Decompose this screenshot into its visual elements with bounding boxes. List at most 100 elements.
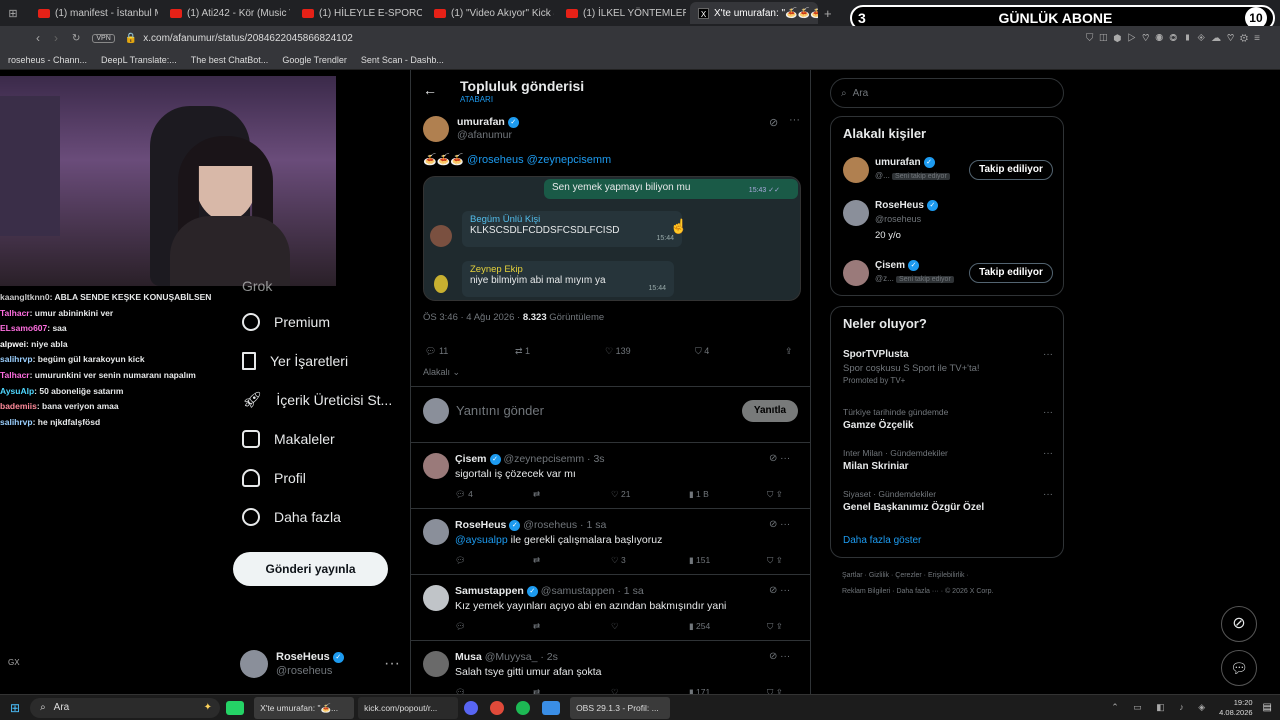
system-tray-icons[interactable]: ⌃ ▭ ◧ ♪ ◈: [1111, 702, 1211, 713]
like-action[interactable]: ♡ 3: [611, 555, 689, 566]
more-icon[interactable]: ···: [1043, 349, 1053, 360]
bookmark-2[interactable]: The best ChatBot...: [191, 55, 269, 65]
vpn-badge[interactable]: VPN: [92, 33, 115, 43]
sidebar-item-profile[interactable]: Profil: [232, 458, 402, 497]
bookmark-share-icons[interactable]: ⛉ ⇪: [767, 555, 783, 566]
reply-action[interactable]: 💬︎: [455, 687, 533, 694]
more-icon[interactable]: ···: [384, 655, 400, 673]
discord-icon[interactable]: [464, 700, 479, 715]
bookmark-0[interactable]: roseheus - Chann...: [8, 55, 87, 65]
footer-links-1[interactable]: Şartlar · Gizlilik · Çerezler · Erişileb…: [842, 572, 969, 579]
sidebar-item-premium[interactable]: Premium: [232, 302, 402, 341]
like-action[interactable]: ♡: [611, 687, 689, 694]
bookmark-action[interactable]: ⛉ 4: [695, 346, 785, 357]
reply-menu-icon[interactable]: ⊘ ···: [769, 453, 790, 464]
notification-icon[interactable]: ▤: [1263, 702, 1272, 713]
repost-action[interactable]: ⇄: [533, 687, 611, 694]
sidebar-item-more[interactable]: Daha fazla: [232, 497, 402, 536]
chrome-icon[interactable]: [490, 700, 505, 715]
bookmark-share-icons[interactable]: ⛉ ⇪: [767, 621, 783, 632]
more-icon[interactable]: ···: [1043, 448, 1053, 459]
reply-input[interactable]: Yanıtını gönder: [456, 403, 544, 418]
sort-dropdown[interactable]: Alakalı ⌄: [423, 367, 460, 378]
trend-item[interactable]: SporTVPlusta Spor coşkusu S Sport ile TV…: [843, 349, 1053, 385]
views-action[interactable]: ▮ 254: [689, 621, 767, 632]
like-action[interactable]: ♡ 139: [605, 346, 695, 357]
tab-active[interactable]: X X'te umurafan: "🍝🍝🍝": [690, 2, 818, 24]
reply-menu-icon[interactable]: ⊘ ···: [769, 651, 790, 662]
taskbar-app-x[interactable]: X'te umurafan: "🍝...: [254, 696, 355, 719]
mentions-link[interactable]: @roseheus @zeynepcisemm: [467, 154, 611, 166]
back-arrow-icon[interactable]: ←: [423, 82, 437, 98]
trend-item[interactable]: Inter Milan · Gündemdekiler Milan Skrini…: [843, 448, 1053, 472]
bookmark-1[interactable]: DeepL Translate:...: [101, 55, 177, 65]
reply-menu-icon[interactable]: ⊘ ···: [769, 519, 790, 530]
repost-action[interactable]: ⇄: [533, 555, 611, 566]
reply-item[interactable]: Musa @Muyysa_ · 2s Salah tsye gitti umur…: [411, 641, 810, 694]
following-button[interactable]: Takip ediliyor: [969, 160, 1053, 180]
clock[interactable]: 19:20 4.08.2026: [1219, 698, 1252, 718]
person-row[interactable]: RoseHeus ✓ @roseheus 20 y/o: [843, 200, 1053, 244]
reply-mention[interactable]: @aysualpp: [455, 534, 508, 546]
community-name[interactable]: ATABARI: [460, 95, 493, 104]
sidebar-item-articles[interactable]: Makaleler: [232, 419, 402, 458]
bookmark-share-icons[interactable]: ⛉ ⇪: [767, 489, 783, 500]
post-author[interactable]: umurafan ✓ @afanumur: [423, 116, 519, 142]
views-action[interactable]: ▮ 151: [689, 555, 767, 566]
like-action[interactable]: ♡: [611, 621, 689, 632]
trend-item[interactable]: Siyaset · Gündemdekiler Genel Başkanımız…: [843, 489, 1053, 513]
reload-icon[interactable]: ↻: [72, 33, 80, 44]
whatsapp-icon[interactable]: [226, 700, 245, 715]
new-tab-button[interactable]: +: [824, 6, 832, 21]
following-button[interactable]: Takip ediliyor: [969, 263, 1053, 283]
reply-button[interactable]: Yanıtla: [742, 400, 798, 422]
app-icon[interactable]: [542, 700, 561, 715]
chat-screenshot-image[interactable]: Sen yemek yapmayı biliyon mu 15:43 ✓✓ Beg…: [423, 176, 801, 301]
person-row[interactable]: Çisem ✓ @z... Seni takip ediyor Takip edi…: [843, 260, 1053, 288]
taskbar-app-obs[interactable]: OBS 29.1.3 - Profil: ...: [570, 696, 671, 719]
reply-item[interactable]: Samustappen ✓ @samustappen · 1 sa Kız yem…: [411, 575, 810, 641]
views-action[interactable]: ▮ 171: [689, 687, 767, 694]
show-more-link[interactable]: Daha fazla göster: [843, 535, 921, 546]
account-switcher[interactable]: RoseHeus ✓ @roseheus ···: [240, 648, 400, 680]
reply-item[interactable]: Çisem ✓ @zeynepcisemm · 3s sigortalı iş ç…: [411, 443, 810, 509]
repost-action[interactable]: ⇄: [533, 489, 611, 500]
browser-menu-icon[interactable]: ⊞: [0, 7, 26, 20]
share-icon[interactable]: ⇪: [785, 346, 793, 357]
tab-2[interactable]: (1) HİLEYLE E-SPORCU OL: [294, 2, 422, 24]
taskbar-app-kick[interactable]: kick.com/popout/r...: [358, 696, 459, 719]
reply-action[interactable]: 💬︎: [455, 555, 533, 566]
url-text[interactable]: x.com/afanumur/status/208462204586682410…: [143, 33, 353, 44]
sidebar-item-grok[interactable]: Grok: [232, 270, 402, 302]
search-input[interactable]: ⌕ Ara: [830, 78, 1064, 108]
sidebar-item-creator-studio[interactable]: 🚀︎ İçerik Üreticisi St...: [232, 380, 402, 419]
spotify-icon[interactable]: [516, 700, 531, 715]
reply-menu-icon[interactable]: ⊘ ···: [769, 585, 790, 596]
messages-icon[interactable]: 💬︎: [1221, 650, 1257, 686]
like-action[interactable]: ♡ 21: [611, 489, 689, 500]
repost-action[interactable]: ⇄: [533, 621, 611, 632]
person-row[interactable]: umurafan ✓ @... Seni takip ediyor Takip e…: [843, 157, 1053, 185]
grok-icon[interactable]: ⊘: [1221, 606, 1257, 642]
extension-icons[interactable]: ⛉◫⬢▷♡◉◎▮◈☁♡⚙≡: [1086, 33, 1266, 44]
bookmark-share-icons[interactable]: ⛉ ⇪: [767, 687, 783, 694]
reply-action[interactable]: 💬︎ 11: [425, 346, 515, 357]
repost-action[interactable]: ⇄ 1: [515, 346, 605, 357]
sidebar-item-bookmarks[interactable]: Yer İşaretleri: [232, 341, 402, 380]
tab-3[interactable]: (1) "Video Akıyor" Kick & T: [426, 2, 554, 24]
forward-icon[interactable]: ›: [54, 31, 58, 45]
more-icon[interactable]: ···: [1043, 489, 1053, 500]
views-action[interactable]: ▮ 1 B: [689, 489, 767, 500]
footer-links-2[interactable]: Reklam Bilgileri · Daha fazla ··· · © 20…: [842, 588, 993, 595]
windows-start-icon[interactable]: ⊞: [10, 701, 20, 715]
reply-action[interactable]: 💬︎ 4: [455, 489, 533, 500]
bookmark-4[interactable]: Sent Scan - Dashb...: [361, 55, 444, 65]
more-icon[interactable]: ···: [789, 114, 800, 126]
reply-action[interactable]: 💬︎: [455, 621, 533, 632]
tab-1[interactable]: (1) Ati242 - Kör (Music Vid: [162, 2, 290, 24]
more-icon[interactable]: ···: [1043, 407, 1053, 418]
bookmark-3[interactable]: Google Trendler: [282, 55, 347, 65]
reply-item[interactable]: RoseHeus ✓ @roseheus · 1 sa @aysualpp ile…: [411, 509, 810, 575]
taskbar-search[interactable]: ⌕ Ara ✦: [30, 697, 221, 718]
trend-item[interactable]: Türkiye tarihinde gündemde Gamze Özçelik…: [843, 407, 1053, 431]
